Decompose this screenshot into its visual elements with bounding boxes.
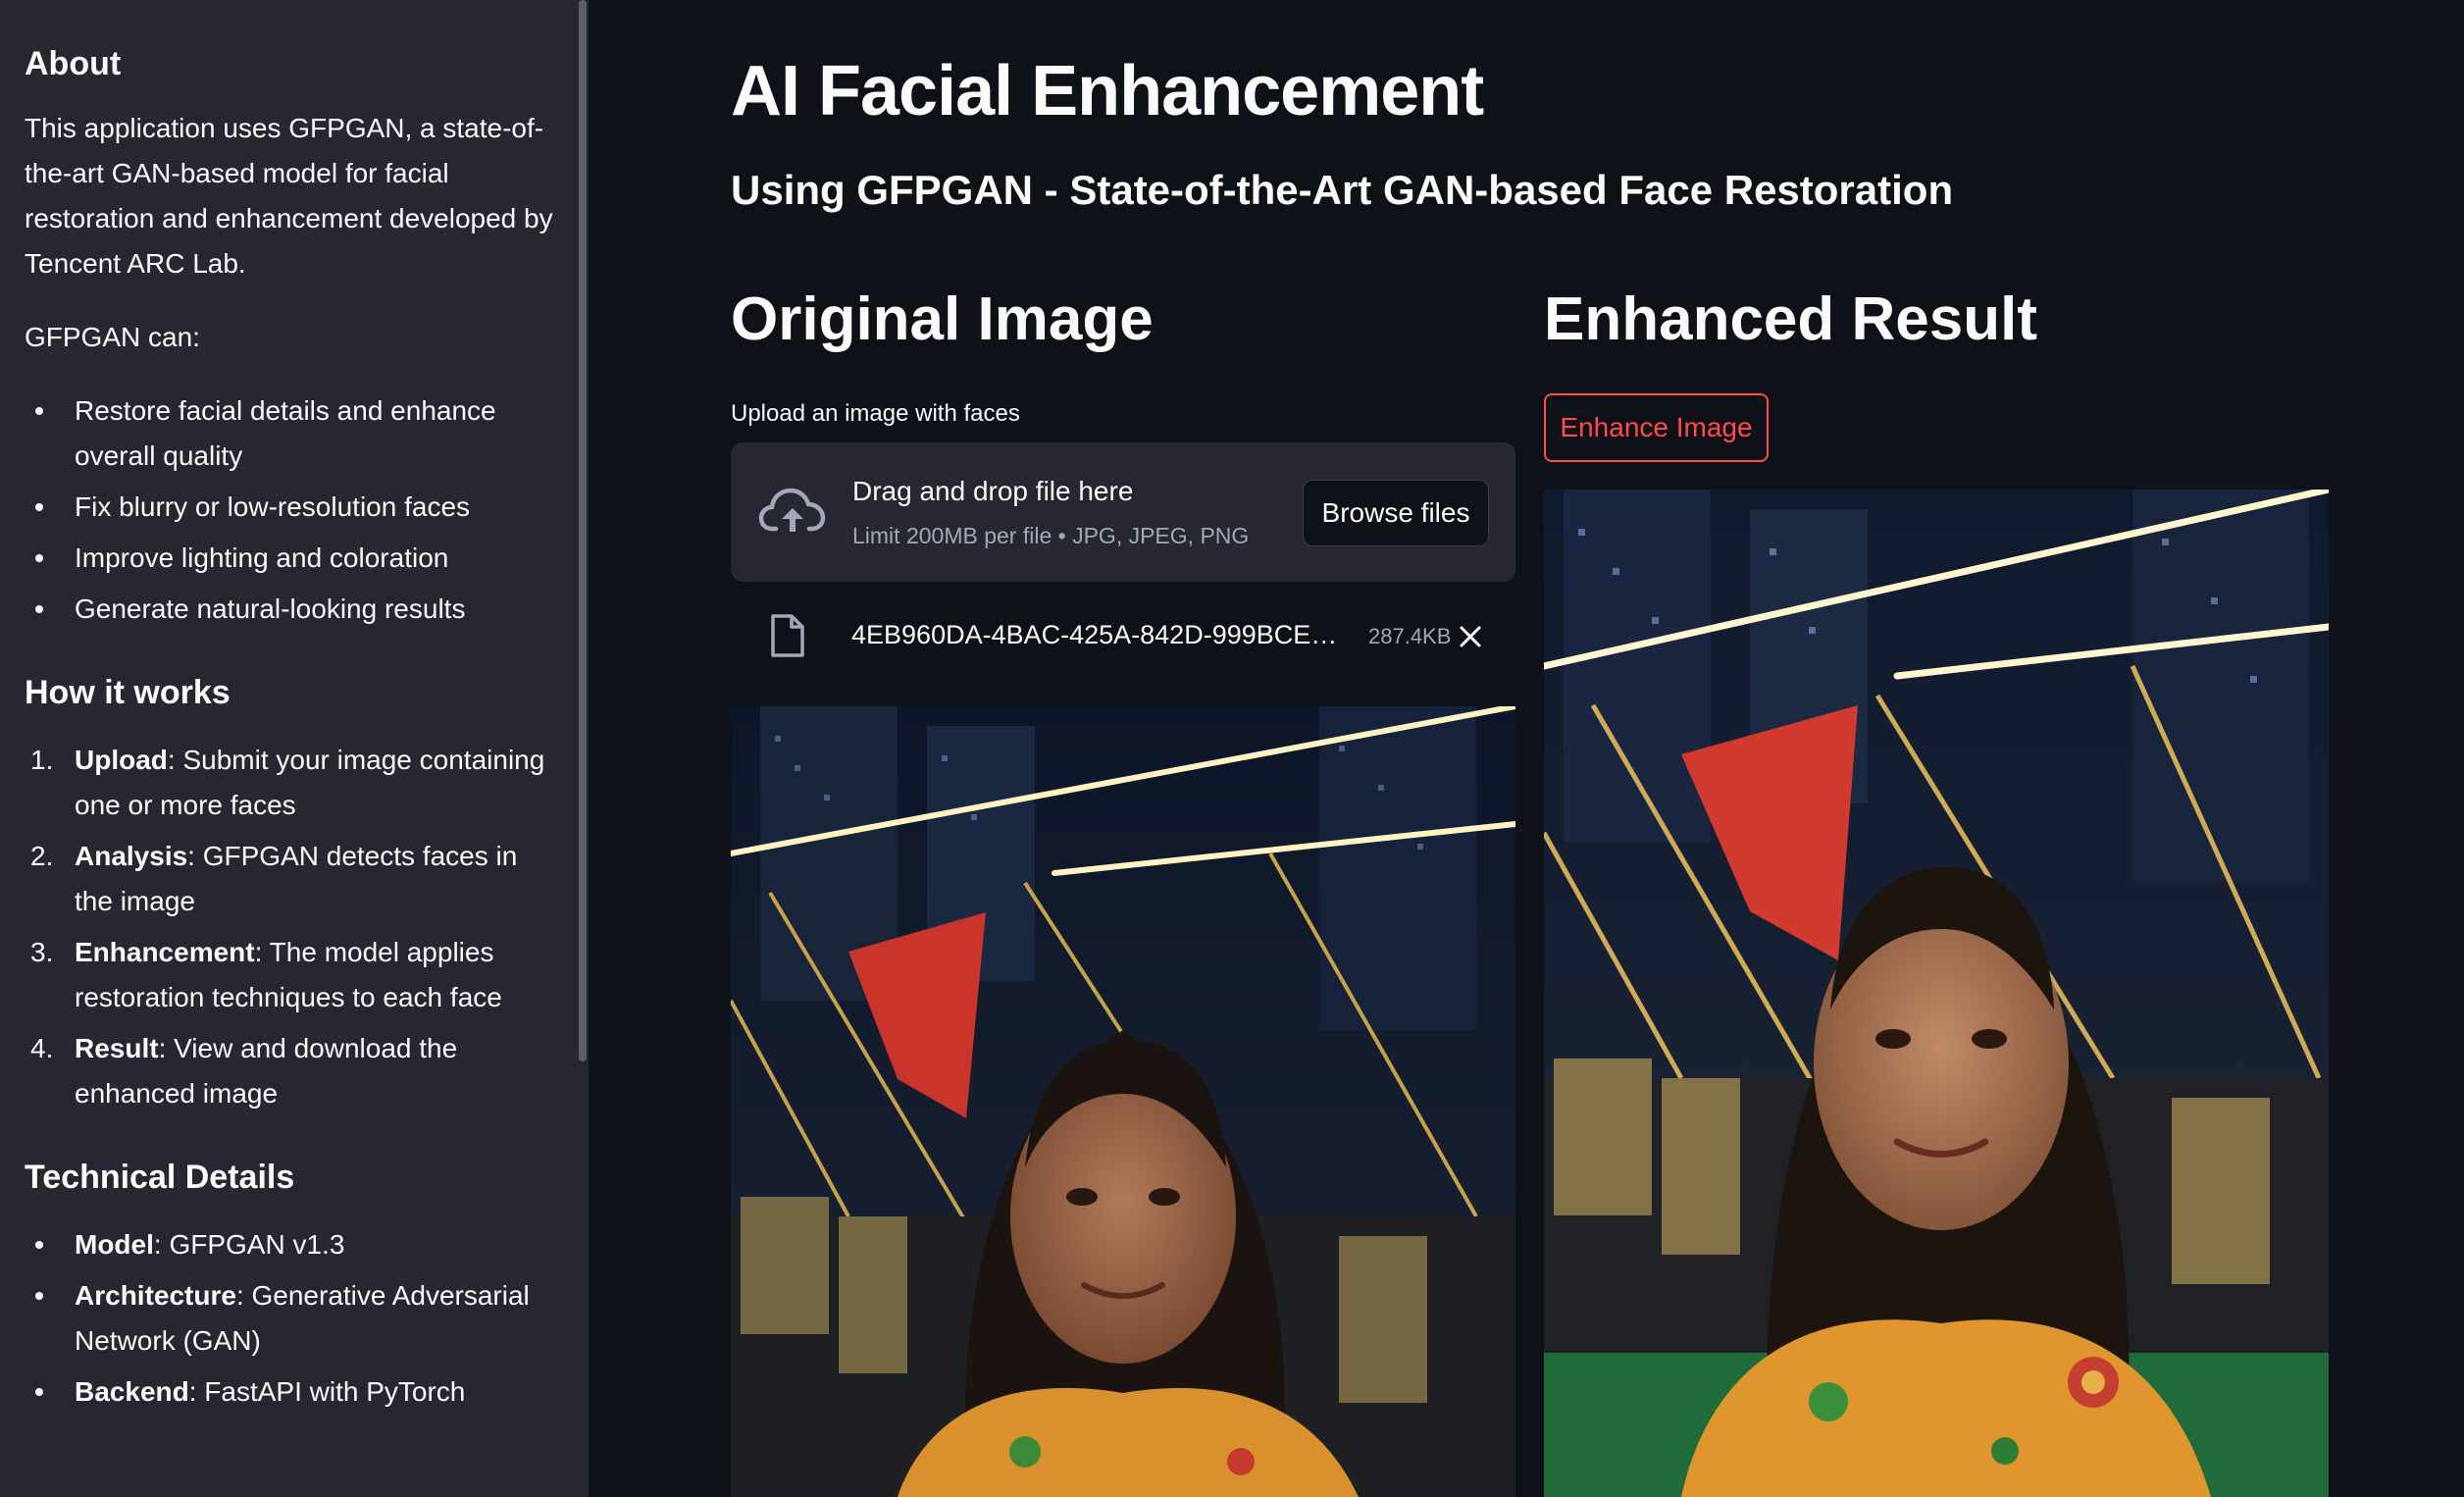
step-item: 1. Upload: Submit your image containing o… (25, 738, 554, 828)
list-item-text: Fix blurry or low-resolution faces (75, 491, 471, 522)
step-number: 3. (30, 937, 54, 967)
browse-files-button[interactable]: Browse files (1303, 480, 1489, 546)
original-image-heading: Original Image (731, 285, 1154, 353)
list-item: Backend: FastAPI with PyTorch (25, 1369, 554, 1415)
list-item-text: Improve lighting and coloration (75, 542, 449, 573)
dropzone-instructions: Drag and drop file here (852, 476, 1134, 506)
list-item: Restore facial details and enhance overa… (25, 388, 554, 479)
list-item: Improve lighting and coloration (25, 536, 554, 581)
sidebar: About This application uses GFPGAN, a st… (0, 0, 589, 1497)
detail-text: : FastAPI with PyTorch (188, 1376, 466, 1407)
step-number: 2. (30, 841, 54, 871)
uploader-label: Upload an image with faces (731, 400, 1020, 427)
list-item: Architecture: Generative Adversarial Net… (25, 1273, 554, 1364)
step-title: Analysis (75, 841, 188, 871)
step-title: Result (75, 1033, 159, 1063)
detail-title: Architecture (75, 1280, 236, 1311)
sidebar-scrollbar[interactable] (579, 0, 587, 1061)
detail-text: : GFPGAN v1.3 (153, 1229, 345, 1260)
close-icon[interactable] (1459, 625, 1482, 648)
dropzone-limits: Limit 200MB per file • JPG, JPEG, PNG (852, 523, 1250, 548)
uploaded-file-row: 4EB960DA-4BAC-425A-842D-999BCE6D8... 287… (731, 601, 1515, 670)
detail-title: Backend (75, 1376, 189, 1407)
enhanced-image (1544, 490, 2329, 1497)
page-title: AI Facial Enhancement (731, 52, 1484, 130)
step-title: Upload (75, 745, 168, 775)
page-subtitle: Using GFPGAN - State-of-the-Art GAN-base… (731, 167, 1954, 213)
detail-title: Model (75, 1229, 154, 1260)
gfpgan-can-label: GFPGAN can: (25, 322, 200, 352)
technical-details-list: Model: GFPGAN v1.3 Architecture: Generat… (25, 1222, 554, 1415)
technical-details-heading: Technical Details (25, 1159, 295, 1196)
about-paragraph: This application uses GFPGAN, a state-of… (25, 113, 553, 279)
sidebar-content: About This application uses GFPGAN, a st… (25, 35, 554, 1415)
uploaded-file-name: 4EB960DA-4BAC-425A-842D-999BCE6D8... (851, 620, 1352, 649)
step-number: 4. (30, 1033, 54, 1063)
file-icon (771, 614, 804, 657)
cloud-upload-icon (758, 488, 826, 532)
step-title: Enhancement (75, 937, 255, 967)
list-item: Model: GFPGAN v1.3 (25, 1222, 554, 1267)
main-content: AI Facial Enhancement Using GFPGAN - Sta… (589, 0, 2464, 1497)
how-it-works-heading: How it works (25, 674, 231, 711)
step-item: 2. Analysis: GFPGAN detects faces in the … (25, 834, 554, 924)
list-item: Generate natural-looking results (25, 587, 554, 632)
file-dropzone[interactable]: Drag and drop file here Limit 200MB per … (731, 442, 1515, 582)
how-it-works-list: 1. Upload: Submit your image containing o… (25, 738, 554, 1116)
step-item: 3. Enhancement: The model applies restora… (25, 930, 554, 1020)
original-image (731, 706, 1515, 1497)
list-item: Fix blurry or low-resolution faces (25, 485, 554, 530)
enhance-image-button[interactable]: Enhance Image (1544, 393, 1769, 462)
about-heading: About (25, 45, 122, 82)
enhanced-result-heading: Enhanced Result (1544, 285, 2037, 353)
capabilities-list: Restore facial details and enhance overa… (25, 388, 554, 632)
list-item-text: Generate natural-looking results (75, 594, 466, 624)
step-item: 4. Result: View and download the enhanced… (25, 1026, 554, 1116)
list-item-text: Restore facial details and enhance overa… (75, 395, 496, 471)
uploaded-file-size: 287.4KB (1368, 624, 1452, 648)
step-number: 1. (30, 745, 54, 775)
